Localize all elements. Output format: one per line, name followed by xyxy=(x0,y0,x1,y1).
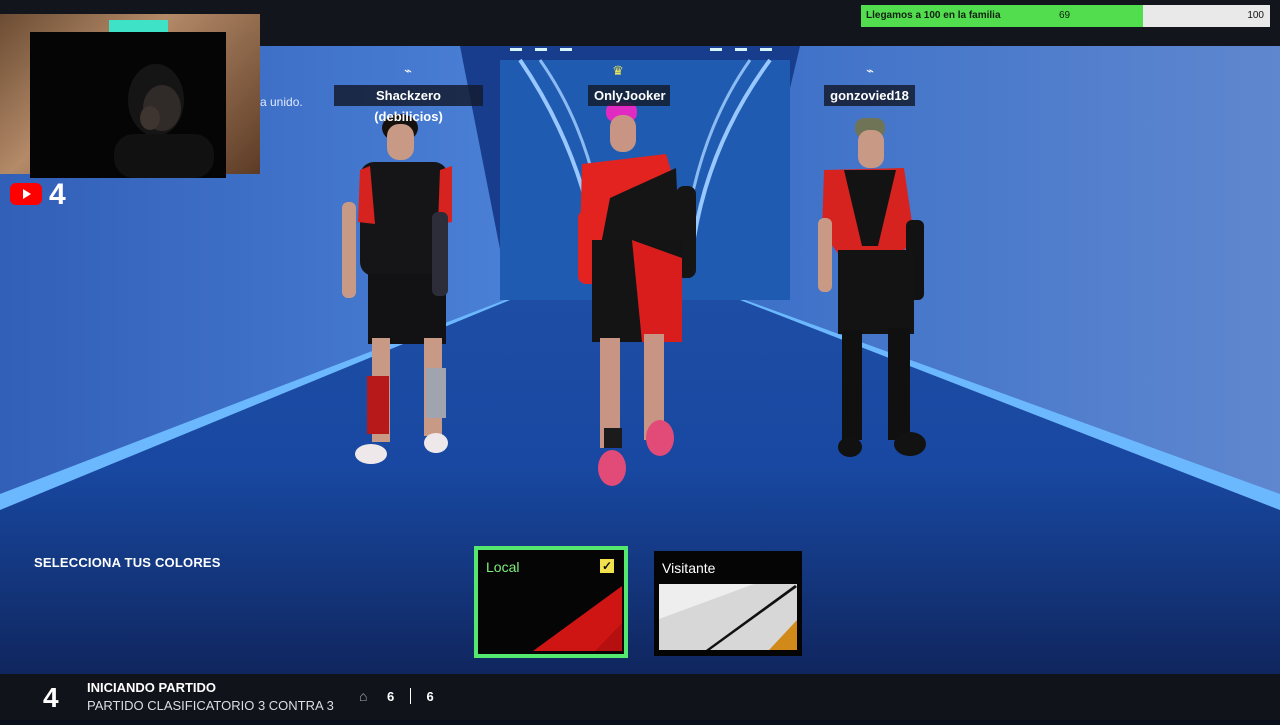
player-name-center: OnlyJooker xyxy=(588,85,670,106)
controller-icon: ⌁ xyxy=(404,63,412,78)
away-color-option[interactable]: Visitante xyxy=(654,551,802,656)
webcam-video xyxy=(30,32,226,178)
local-kit-preview xyxy=(533,586,622,651)
match-mode-subtitle: PARTIDO CLASIFICATORIO 3 CONTRA 3 xyxy=(87,698,334,713)
local-color-option[interactable]: Local ✓ xyxy=(474,546,628,658)
player-counts: 6 6 xyxy=(387,688,434,704)
family-goal-progress: Llegamos a 100 en la familia 69 100 xyxy=(861,5,1270,27)
controller-icon: ⌁ xyxy=(866,63,874,78)
webcam-top-tab xyxy=(109,20,168,32)
goal-target-value: 100 xyxy=(1247,10,1264,21)
count-b: 6 xyxy=(426,689,434,704)
webcam-frame xyxy=(0,14,260,178)
goal-current-value: 69 xyxy=(1059,10,1071,21)
away-kit-preview xyxy=(659,584,797,650)
select-colors-heading: SELECCIONA TUS COLORES xyxy=(34,555,221,570)
crown-icon: ♛ xyxy=(612,63,624,78)
streamer-silhouette xyxy=(114,64,214,178)
goal-label: Llegamos a 100 en la familia xyxy=(866,10,1001,21)
count-a: 6 xyxy=(387,689,395,704)
joined-notification: a unido. xyxy=(260,95,303,109)
youtube-icon xyxy=(10,183,42,205)
match-status-title: INICIANDO PARTIDO xyxy=(87,680,217,695)
player-name-right: gonzovied18 xyxy=(824,85,915,106)
youtube-count: 4 xyxy=(49,178,66,211)
count-separator xyxy=(409,688,411,704)
players-icon: ⌂ xyxy=(359,688,368,704)
player-name-left: Shackzero (debilicios) xyxy=(334,85,483,124)
match-count: 4 xyxy=(43,682,59,713)
